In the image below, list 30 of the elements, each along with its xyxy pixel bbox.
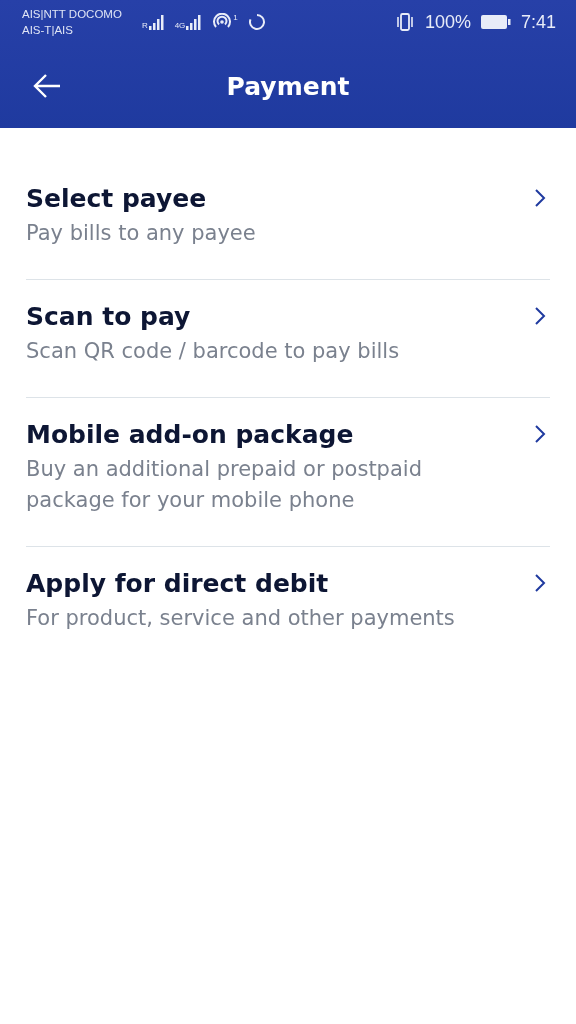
roaming-label: R: [141, 21, 148, 30]
clock-time: 7:41: [520, 11, 556, 33]
item-title: Scan to pay: [26, 301, 192, 333]
item-description: Pay bills to any payee: [26, 220, 257, 247]
item-title: Select payee: [26, 183, 208, 215]
menu-item[interactable]: Select payee Pay bills to any payee: [26, 128, 550, 280]
chevron-right-icon: [534, 424, 546, 444]
item-title: Apply for direct debit: [26, 568, 330, 600]
back-arrow-icon: [32, 73, 62, 99]
chevron-right-icon: [534, 306, 546, 326]
battery-percent: 100%: [424, 11, 471, 33]
vibrate-icon: [394, 12, 415, 32]
network-label: 4G: [174, 21, 186, 30]
carrier-name: AIS|NTT DOCOMO: [22, 7, 122, 22]
battery-icon: [480, 14, 511, 30]
hotspot-count: 1: [233, 13, 238, 22]
item-description: Scan QR code / barcode to pay bills: [26, 338, 401, 365]
carrier-name: AIS-T|AIS: [22, 23, 74, 38]
chevron-right-icon: [534, 573, 546, 593]
item-description: For product, service and other payments: [26, 605, 456, 632]
signal-icon: [148, 14, 165, 30]
loading-icon: [247, 13, 266, 31]
chevron-right-icon: [534, 188, 546, 208]
page-title: Payment: [226, 71, 350, 101]
item-description: Buy an additional prepaid or postpaid package for your mobile phone: [26, 456, 423, 514]
menu-item[interactable]: Scan to pay Scan QR code / barcode to pay bills: [26, 280, 550, 398]
signal-icon: [186, 14, 203, 30]
item-title: Mobile add-on package: [26, 419, 355, 451]
menu-item[interactable]: Mobile add-on package Buy an additional prepaid or postpaid package for your mobile phone: [26, 398, 550, 547]
menu-item[interactable]: Apply for direct debit For product, service and other payments: [26, 547, 550, 664]
